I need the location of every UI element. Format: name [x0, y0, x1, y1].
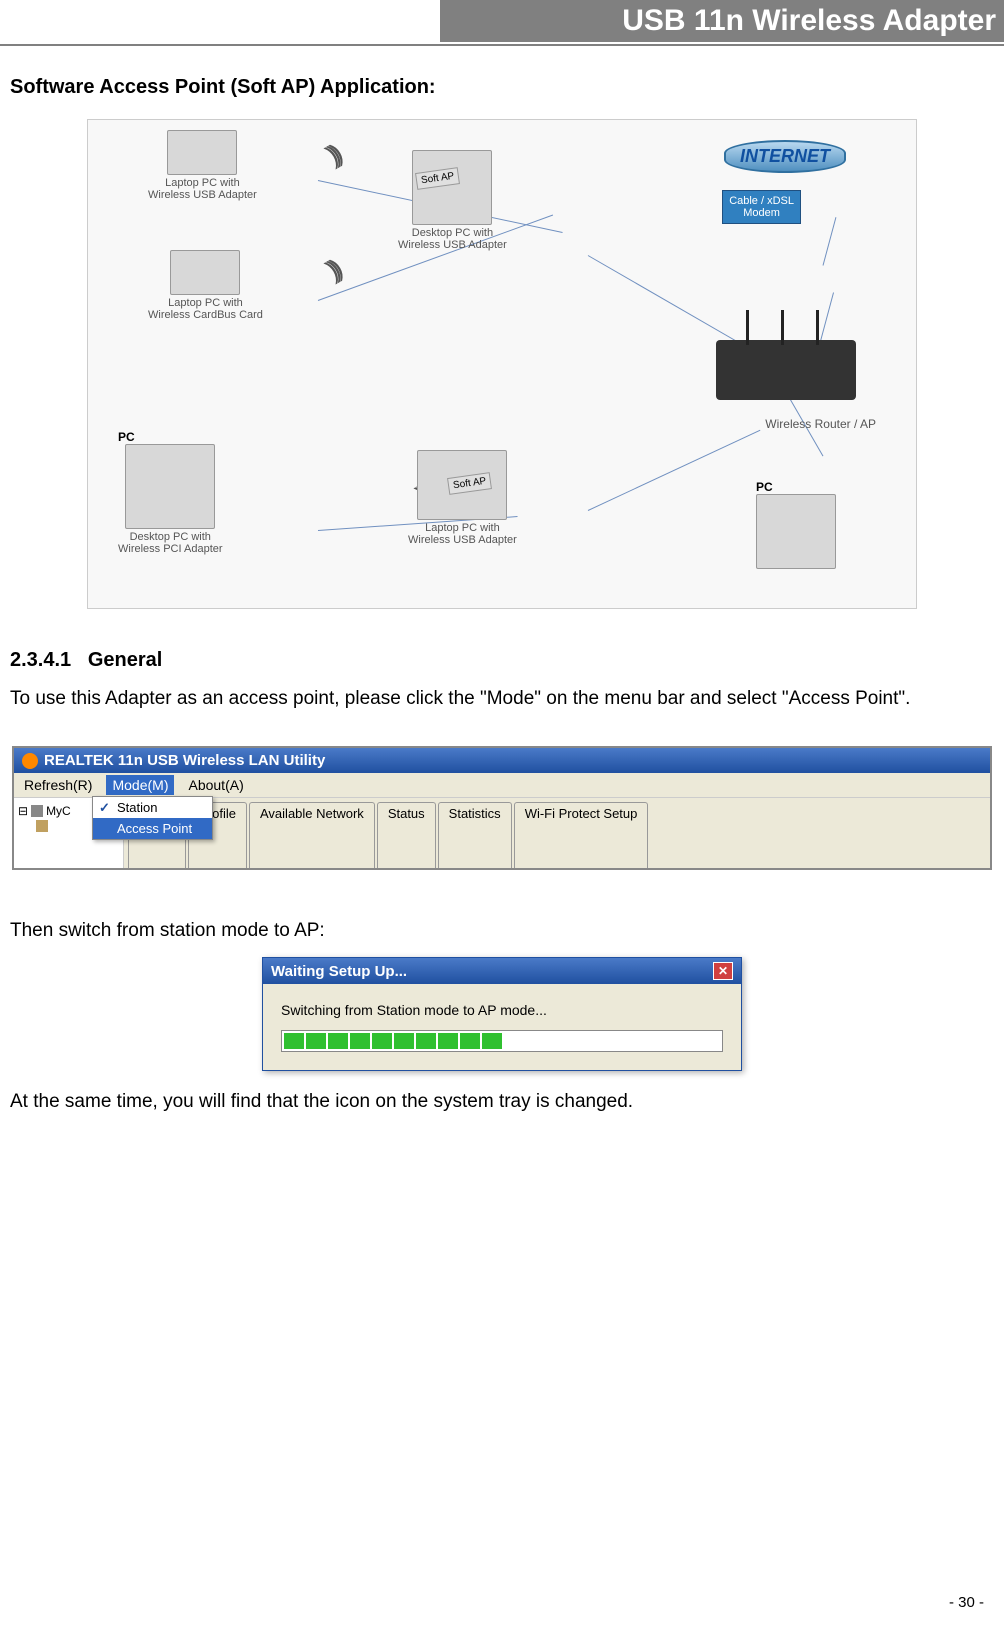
router-label: Wireless Router / AP	[765, 417, 876, 431]
dialog-message: Switching from Station mode to AP mode..…	[281, 1002, 723, 1018]
paragraph-2: Then switch from station mode to AP:	[10, 920, 994, 942]
close-button[interactable]: ✕	[713, 962, 733, 980]
menu-refresh[interactable]: Refresh(R)	[18, 775, 98, 795]
network-diagram: ))) ))) ))) ))) Laptop PC with Wireless …	[87, 119, 917, 609]
page-number: - 30 -	[949, 1594, 984, 1611]
diagram-laptop3-label: Laptop PC with Wireless USB Adapter	[408, 522, 517, 546]
diagram-desktop2-label: Desktop PC with Wireless PCI Adapter	[118, 531, 223, 555]
tab-available-network[interactable]: Available Network	[249, 802, 375, 868]
menu-about[interactable]: About(A)	[182, 775, 249, 795]
paragraph-3: At the same time, you will find that the…	[10, 1091, 994, 1113]
pc-label: PC	[118, 430, 223, 444]
utility-screenshot: REALTEK 11n USB Wireless LAN Utility Ref…	[12, 746, 992, 870]
progress-bar	[281, 1030, 723, 1052]
diagram-desktop1-label: Desktop PC with Wireless USB Adapter	[398, 227, 507, 251]
router-icon	[716, 340, 856, 400]
dropdown-station[interactable]: ✓ Station	[93, 797, 212, 818]
computer-icon	[31, 805, 43, 817]
mode-dropdown: ✓ Station Access Point	[92, 796, 213, 840]
adapter-icon	[36, 820, 48, 832]
internet-badge: INTERNET	[724, 140, 846, 173]
check-icon: ✓	[99, 800, 110, 816]
tab-wps[interactable]: Wi-Fi Protect Setup	[514, 802, 649, 868]
modem-badge: Cable / xDSL Modem	[722, 190, 801, 224]
menubar: Refresh(R) Mode(M) About(A)	[14, 773, 990, 798]
app-titlebar: REALTEK 11n USB Wireless LAN Utility	[14, 748, 990, 773]
subsection-heading: 2.3.4.1 General	[10, 649, 994, 672]
paragraph-1: To use this Adapter as an access point, …	[10, 682, 994, 716]
dropdown-access-point[interactable]: Access Point	[93, 818, 212, 839]
header-title: USB 11n Wireless Adapter	[440, 0, 1004, 42]
section-title: Software Access Point (Soft AP) Applicat…	[10, 76, 994, 99]
tab-statistics[interactable]: Statistics	[438, 802, 512, 868]
dialog-titlebar: Waiting Setup Up... ✕	[263, 958, 741, 984]
menu-mode[interactable]: Mode(M)	[106, 775, 174, 795]
app-icon	[22, 753, 38, 769]
header-divider	[0, 44, 1004, 46]
tabs-row: eneral Profile Available Network Status …	[124, 798, 990, 868]
diagram-laptop1-label: Laptop PC with Wireless USB Adapter	[148, 177, 257, 201]
tab-status[interactable]: Status	[377, 802, 436, 868]
diagram-laptop2-label: Laptop PC with Wireless CardBus Card	[148, 297, 263, 321]
pc2-label: PC	[756, 480, 836, 494]
waiting-dialog: Waiting Setup Up... ✕ Switching from Sta…	[262, 957, 742, 1071]
